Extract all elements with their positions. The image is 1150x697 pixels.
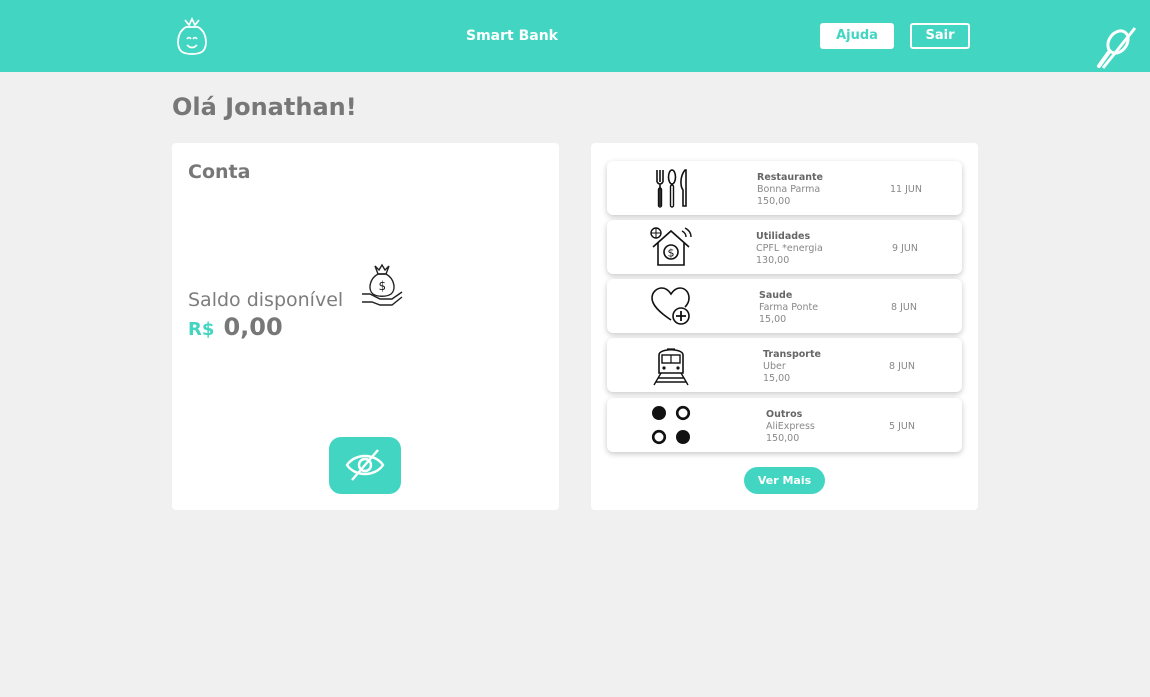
transaction-category: Restaurante (757, 172, 823, 183)
account-title: Conta (188, 161, 251, 183)
brand-title: Smart Bank (466, 28, 558, 44)
transaction-merchant: Uber (763, 361, 786, 372)
transaction-merchant: AliExpress (766, 421, 815, 432)
transaction-item[interactable]: Outros AliExpress 150,00 5 JUN (607, 398, 962, 452)
transaction-date: 11 JUN (890, 184, 922, 195)
transaction-date: 9 JUN (892, 243, 918, 254)
transaction-details: Saude Farma Ponte 15,00 (759, 290, 818, 326)
cutlery-icon (656, 169, 687, 208)
transaction-date: 8 JUN (889, 361, 915, 372)
transaction-details: Utilidades CPFL *energia 130,00 (756, 231, 823, 267)
transaction-amount: 15,00 (763, 373, 791, 384)
transaction-date: 8 JUN (891, 302, 917, 313)
money-bag-face-icon[interactable] (173, 16, 211, 56)
svg-text:$: $ (379, 279, 387, 293)
exit-button[interactable]: Sair (910, 23, 970, 49)
smart-home-icon: $ (650, 227, 692, 266)
dots-icon (651, 405, 691, 445)
transaction-amount: 15,00 (759, 314, 787, 325)
transaction-category: Transporte (763, 349, 821, 360)
transaction-merchant: CPFL *energia (756, 243, 823, 254)
transaction-date: 5 JUN (889, 421, 915, 432)
transaction-amount: 130,00 (756, 255, 790, 266)
transactions-card: Restaurante Bonna Parma 150,00 11 JUN $ … (591, 143, 978, 510)
money-bag-hand-icon: $ (362, 263, 403, 306)
transaction-merchant: Farma Ponte (759, 302, 819, 313)
transaction-merchant: Bonna Parma (757, 184, 821, 195)
account-card: Conta $ Saldo disponível R$ 0,00 (172, 143, 559, 510)
transaction-details: Transporte Uber 15,00 (763, 349, 821, 385)
transaction-category: Saude (759, 290, 793, 301)
transaction-amount: 150,00 (766, 433, 800, 444)
transaction-item[interactable]: Saude Farma Ponte 15,00 8 JUN (607, 279, 962, 333)
balance-label: Saldo disponível (188, 289, 344, 311)
transaction-details: Outros AliExpress 150,00 (766, 409, 815, 445)
toggle-balance-button[interactable] (329, 437, 401, 494)
greeting-title: Olá Jonathan! (172, 93, 357, 121)
balance-amount: 0,00 (223, 313, 283, 341)
transaction-item[interactable]: Transporte Uber 15,00 8 JUN (607, 338, 962, 392)
train-icon (653, 348, 689, 386)
transaction-item[interactable]: Restaurante Bonna Parma 150,00 11 JUN (607, 161, 962, 215)
top-bar: Smart Bank Ajuda Sair (0, 0, 1150, 72)
transaction-category: Outros (766, 409, 803, 420)
transaction-details: Restaurante Bonna Parma 150,00 (757, 172, 823, 208)
transaction-category: Utilidades (756, 231, 811, 242)
transaction-amount: 150,00 (757, 196, 791, 207)
svg-text:$: $ (668, 247, 675, 260)
balance-row: R$ 0,00 (188, 313, 283, 341)
transaction-item[interactable]: $ Utilidades CPFL *energia 130,00 9 JUN (607, 220, 962, 274)
heart-plus-icon (651, 287, 690, 325)
microphone-off-icon[interactable] (1093, 26, 1137, 70)
help-button[interactable]: Ajuda (820, 23, 894, 49)
currency-symbol: R$ (188, 319, 215, 340)
see-more-button[interactable]: Ver Mais (744, 467, 825, 494)
eye-off-icon (345, 449, 385, 481)
